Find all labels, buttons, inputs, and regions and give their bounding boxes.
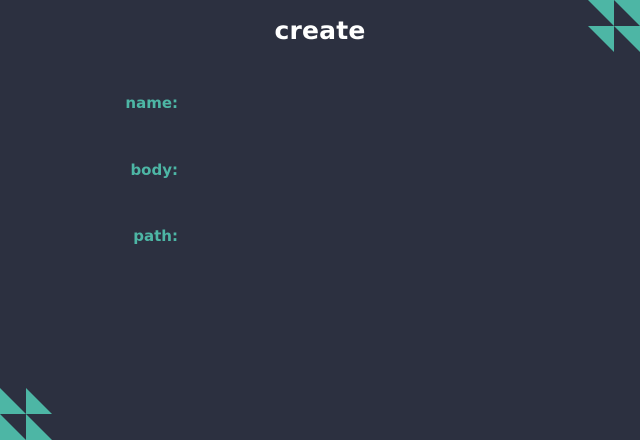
name-label: name: — [125, 94, 178, 112]
body-label: body: — [130, 161, 178, 179]
path-label: path: — [133, 227, 178, 245]
path-input[interactable] — [188, 225, 488, 247]
body-input[interactable] — [188, 159, 488, 181]
page-title: create — [274, 16, 366, 45]
teal-triangle-pattern-icon — [0, 388, 52, 440]
teal-triangle-pattern-icon — [588, 0, 640, 52]
name-input[interactable] — [188, 92, 488, 114]
